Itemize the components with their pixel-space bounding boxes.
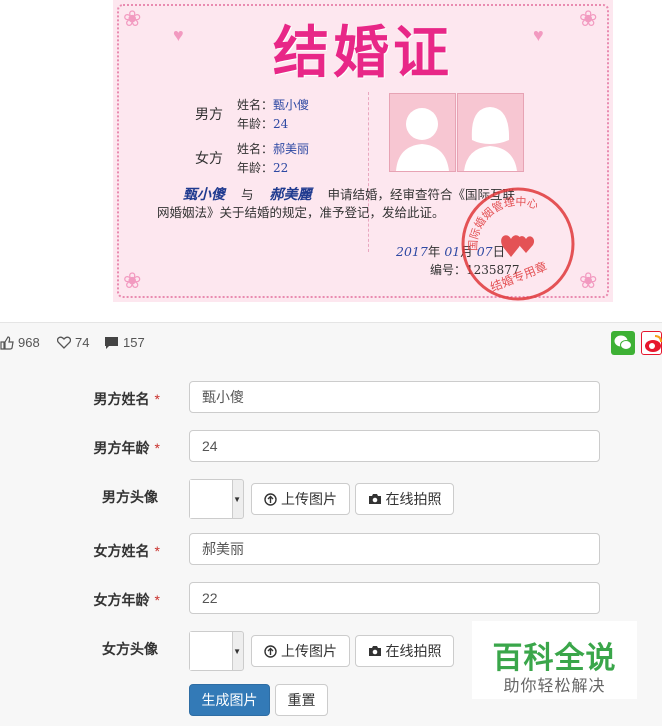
male-silhouette-icon bbox=[396, 108, 449, 171]
certificate-title: 结婚证 bbox=[273, 20, 453, 86]
groom-age-label: 男方年龄 * bbox=[0, 438, 160, 458]
name-field-label: 姓名： bbox=[237, 142, 274, 156]
comments-count: 157 bbox=[123, 335, 145, 350]
bride-age-label-text: 女方年龄 bbox=[93, 593, 150, 609]
favorites-stat[interactable]: 74 bbox=[57, 335, 89, 350]
groom-name-label-text: 男方姓名 bbox=[93, 392, 150, 408]
required-mark: * bbox=[154, 592, 160, 608]
required-mark: * bbox=[154, 543, 160, 559]
groom-age-line: 年龄：24 bbox=[237, 115, 288, 132]
bride-label: 女方 bbox=[195, 151, 223, 167]
bride-signature: 郝美麗 bbox=[269, 187, 312, 203]
upload-circle-icon bbox=[264, 492, 277, 506]
bride-age-label: 女方年龄 * bbox=[0, 590, 160, 610]
likes-stat[interactable]: 968 bbox=[0, 335, 40, 350]
camera-label: 在线拍照 bbox=[385, 643, 442, 659]
groom-camera-button[interactable]: 在线拍照 bbox=[355, 483, 454, 515]
bride-name-value: 郝美丽 bbox=[273, 142, 310, 156]
bride-name-label-text: 女方姓名 bbox=[93, 544, 150, 560]
svg-text:结婚专用章: 结婚专用章 bbox=[488, 258, 549, 294]
bride-name-line: 姓名：郝美丽 bbox=[237, 140, 309, 157]
groom-avatar-label: 男方头像 bbox=[102, 490, 158, 506]
groom-name-input[interactable]: 甄小傻 bbox=[189, 381, 600, 413]
reset-button[interactable]: 重置 bbox=[275, 684, 328, 716]
signature-and: 与 bbox=[240, 187, 254, 202]
flower-ornament-icon: ❀ bbox=[579, 268, 598, 293]
date-year-unit: 年 bbox=[427, 244, 441, 259]
marriage-certificate-image: ❀ ❀ ❀ ❀ ♥ ♥ 结婚证 男方 姓名：甄小傻 年龄：24 女方 姓名：郝美… bbox=[113, 0, 613, 302]
bride-photo bbox=[457, 93, 524, 172]
certificate-divider bbox=[368, 92, 369, 252]
caret-down-icon: ▼ bbox=[233, 495, 241, 504]
upload-circle-icon bbox=[264, 644, 277, 658]
groom-signature: 甄小傻 bbox=[183, 187, 225, 203]
female-silhouette-icon bbox=[464, 107, 517, 171]
bride-camera-button[interactable]: 在线拍照 bbox=[355, 635, 454, 667]
groom-age-input[interactable]: 24 bbox=[189, 430, 600, 462]
groom-upload-button[interactable]: 上传图片 bbox=[251, 483, 350, 515]
bride-name-input[interactable]: 郝美丽 bbox=[189, 533, 600, 565]
bride-avatar-picker[interactable]: ▼ bbox=[189, 631, 244, 671]
bride-upload-button[interactable]: 上传图片 bbox=[251, 635, 350, 667]
likes-count: 968 bbox=[18, 335, 40, 350]
generate-image-button[interactable]: 生成图片 bbox=[189, 684, 270, 716]
comment-icon bbox=[105, 336, 118, 349]
upload-label: 上传图片 bbox=[281, 643, 337, 659]
date-year: 2017 bbox=[396, 244, 428, 259]
wechat-share-icon[interactable] bbox=[611, 331, 635, 355]
caret-down-icon: ▼ bbox=[233, 647, 241, 656]
groom-avatar-picker[interactable]: ▼ bbox=[189, 479, 244, 519]
age-field-label: 年龄： bbox=[237, 117, 274, 131]
favorites-count: 74 bbox=[75, 335, 90, 350]
required-mark: * bbox=[154, 440, 160, 456]
avatar-preview bbox=[190, 480, 233, 518]
avatar-preview bbox=[190, 632, 233, 670]
comments-stat[interactable]: 157 bbox=[104, 335, 145, 350]
heart-outline-icon bbox=[57, 336, 71, 349]
upload-label: 上传图片 bbox=[281, 491, 337, 507]
stats-bar: 968 74 157 bbox=[0, 322, 662, 363]
bride-name-label: 女方姓名 * bbox=[0, 541, 160, 561]
watermark-title: 百科全说 bbox=[492, 641, 617, 676]
camera-icon bbox=[368, 646, 381, 656]
groom-age-label-text: 男方年龄 bbox=[93, 441, 150, 457]
groom-label: 男方 bbox=[195, 107, 223, 123]
bride-age-value: 22 bbox=[273, 161, 289, 175]
bride-age-line: 年龄：22 bbox=[237, 159, 288, 176]
camera-label: 在线拍照 bbox=[385, 491, 442, 507]
weibo-share-icon[interactable] bbox=[641, 331, 662, 355]
bride-age-input[interactable]: 22 bbox=[189, 582, 600, 614]
groom-photo bbox=[389, 93, 456, 172]
required-mark: * bbox=[154, 391, 160, 407]
thumbs-up-icon bbox=[0, 335, 14, 350]
official-seal-stamp: 国际婚姻管理中心 结婚专用章 bbox=[461, 187, 575, 301]
groom-name-label: 男方姓名 * bbox=[0, 389, 160, 409]
age-field-label: 年龄： bbox=[237, 161, 274, 175]
date-month: 01 bbox=[444, 244, 461, 259]
camera-icon bbox=[368, 494, 381, 504]
watermark-subtitle: 助你轻松解决 bbox=[503, 676, 606, 695]
flower-ornament-icon: ❀ bbox=[123, 268, 142, 293]
groom-age-value: 24 bbox=[273, 117, 289, 131]
site-watermark: 百科全说 助你轻松解决 bbox=[472, 621, 637, 699]
groom-name-line: 姓名：甄小傻 bbox=[237, 96, 309, 113]
bride-avatar-label: 女方头像 bbox=[102, 642, 158, 658]
groom-name-value: 甄小傻 bbox=[273, 98, 310, 112]
name-field-label: 姓名： bbox=[237, 98, 274, 112]
